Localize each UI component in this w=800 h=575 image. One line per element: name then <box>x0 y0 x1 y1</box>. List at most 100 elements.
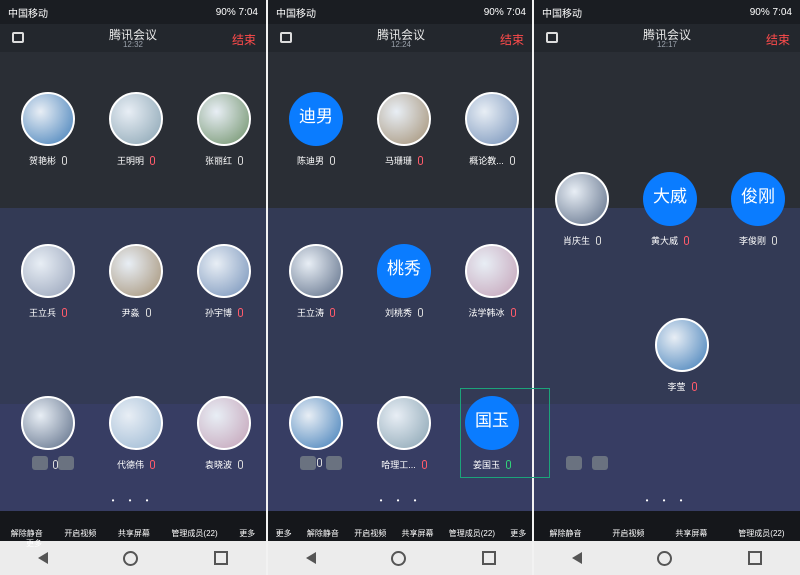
toolbar-button[interactable]: 解除静音 <box>307 528 339 539</box>
recent-apps-icon[interactable] <box>748 551 763 565</box>
end-meeting-button[interactable]: 结束 <box>766 31 790 48</box>
participant-tile[interactable]: 法学韩冰 <box>448 244 534 330</box>
mic-icon <box>421 460 427 469</box>
participant-tile[interactable]: 尹淼 <box>92 244 180 330</box>
toolbar-button[interactable]: 更多 <box>276 528 292 539</box>
participant-tile[interactable]: 袁晓波 <box>180 396 266 482</box>
participant-avatar <box>21 396 75 450</box>
active-speaker-highlight <box>460 388 550 478</box>
participant-name: 哈理工... <box>381 460 416 470</box>
participant-avatar <box>655 318 709 372</box>
participant-tile[interactable]: 肖庆生 <box>538 172 626 258</box>
toolbar-button[interactable]: 共享屏幕 <box>118 528 150 539</box>
participant-tile[interactable]: 概论教... <box>448 92 534 178</box>
participant-tile[interactable]: 俊刚 李俊刚 <box>714 172 800 258</box>
meeting-toolbar: 解除静音 开启视频 共享屏幕 管理成员(22) <box>534 511 800 541</box>
mic-icon <box>330 308 335 317</box>
participant-tile[interactable]: 孙宇博 <box>180 244 266 330</box>
recent-apps-icon[interactable] <box>482 551 497 565</box>
participant-name-row: 概论教... <box>448 154 534 167</box>
meeting-toolbar: 解除静音 开启视频 共享屏幕 管理成员(22) 更多 <box>0 511 266 541</box>
toolbar-button[interactable]: 开启视频 <box>612 528 644 539</box>
participant-tile[interactable]: 张丽红 <box>180 92 266 178</box>
participant-name-row: 尹淼 <box>92 306 180 319</box>
participant-name-row: 黄大威 <box>626 234 714 247</box>
participant-name-row: 哈理工... <box>360 458 448 471</box>
back-icon[interactable] <box>305 552 316 564</box>
toolbar-button[interactable]: 管理成员(22) <box>171 528 217 539</box>
participant-avatar: 桃秀 <box>377 244 431 298</box>
android-nav-bar <box>534 541 800 575</box>
participant-name-row: 李俊刚 <box>714 234 800 247</box>
participant-tile[interactable]: 王立兵 <box>4 244 92 330</box>
back-icon[interactable] <box>571 552 582 564</box>
back-icon[interactable] <box>37 552 48 564</box>
participant-avatar: 迪男 <box>289 92 343 146</box>
participant-tile[interactable]: 王明明 <box>92 92 180 178</box>
participant-name-row: 王立涛 <box>272 306 360 319</box>
end-meeting-button[interactable]: 结束 <box>232 31 256 48</box>
meeting-panel-1: 中国移动 90% 7:04 腾讯会议 12:32 结束 贺艳彬 王明明 张丽红 王立兵 尹淼 孙宇博… <box>0 0 266 575</box>
mic-icon <box>238 460 243 469</box>
toolbar-button[interactable]: 更多 <box>510 528 526 539</box>
meeting-header: 腾讯会议 12:32 结束 <box>0 24 266 52</box>
participant-name-row: 法学韩冰 <box>448 306 534 319</box>
status-bar: 中国移动 90% 7:04 <box>0 0 266 24</box>
participant-avatar <box>109 92 163 146</box>
meeting-timer: 12:24 <box>390 40 412 49</box>
end-meeting-button[interactable]: 结束 <box>500 31 524 48</box>
home-icon[interactable] <box>391 550 407 566</box>
page-indicator: • • • <box>111 496 155 505</box>
toolbar-button[interactable]: 开启视频 <box>354 528 386 539</box>
participant-avatar <box>109 396 163 450</box>
participant-tile[interactable]: 王立涛 <box>272 244 360 330</box>
participant-name-row: 李莹 <box>638 380 726 393</box>
participant-tile[interactable]: 贺艳彬 <box>4 92 92 178</box>
participant-name: 概论教... <box>469 156 504 166</box>
participant-tile[interactable]: 哈理工... <box>360 396 448 482</box>
toolbar-button[interactable]: 管理成员(22) <box>449 528 495 539</box>
meeting-panel-3: 中国移动 90% 7:04 腾讯会议 12:17 结束 肖庆生 大威 黄大威 俊刚 李俊刚 李莹 • … <box>534 0 800 575</box>
mic-icon <box>596 236 601 245</box>
participant-tile[interactable]: 马珊珊 <box>360 92 448 178</box>
chat-controls <box>32 456 74 470</box>
toolbar-button[interactable]: 开启视频 <box>64 528 96 539</box>
participant-avatar <box>197 92 251 146</box>
participant-avatar <box>21 92 75 146</box>
participant-name: 袁晓波 <box>204 460 232 470</box>
participant-tile[interactable]: 迪男 陈迪男 <box>272 92 360 178</box>
home-icon[interactable] <box>657 550 673 566</box>
toolbar-button[interactable]: 解除静音 <box>549 528 581 539</box>
chat-icon[interactable] <box>326 456 342 470</box>
participant-name: 肖庆生 <box>562 236 590 246</box>
home-icon[interactable] <box>123 550 139 566</box>
meeting-timer: 12:32 <box>122 40 144 49</box>
emoji-icon[interactable] <box>300 456 316 470</box>
participant-avatar <box>197 396 251 450</box>
chat-icon[interactable] <box>592 456 608 470</box>
chat-controls <box>300 456 342 470</box>
recent-apps-icon[interactable] <box>214 551 229 565</box>
panel-divider <box>266 0 268 575</box>
emoji-icon[interactable] <box>32 456 48 470</box>
battery-time: 90% 7:04 <box>749 6 792 18</box>
emoji-icon[interactable] <box>566 456 582 470</box>
participant-name: 李莹 <box>667 382 686 392</box>
participant-name: 尹淼 <box>121 308 140 318</box>
more-label[interactable]: 更多 <box>26 538 42 549</box>
participant-tile[interactable]: 李莹 <box>638 318 726 404</box>
participant-name: 张丽红 <box>204 156 232 166</box>
toolbar-button[interactable]: 管理成员(22) <box>738 528 784 539</box>
participant-tile[interactable]: 桃秀刘桃秀 <box>360 244 448 330</box>
participant-tile[interactable]: 大威 黄大威 <box>626 172 714 258</box>
chat-icon[interactable] <box>58 456 74 470</box>
participant-avatar <box>465 92 519 146</box>
android-nav-bar <box>268 541 534 575</box>
participant-name-row: 贺艳彬 <box>4 154 92 167</box>
participant-name: 黄大威 <box>650 236 678 246</box>
toolbar-button[interactable]: 更多 <box>239 528 255 539</box>
participant-tile[interactable]: 代德伟 <box>92 396 180 482</box>
participant-name: 刘桃秀 <box>384 308 412 318</box>
toolbar-button[interactable]: 共享屏幕 <box>675 528 707 539</box>
toolbar-button[interactable]: 共享屏幕 <box>401 528 433 539</box>
